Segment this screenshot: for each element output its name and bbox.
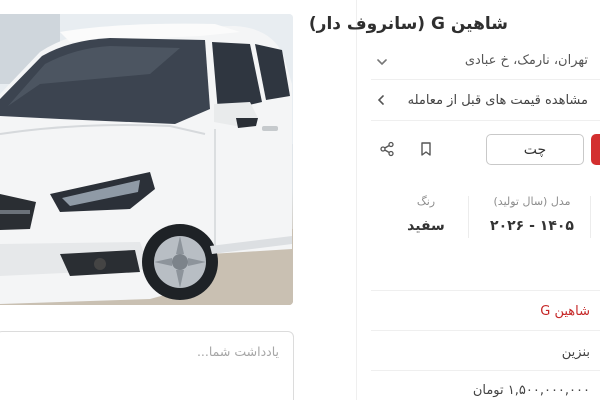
spec-car-name[interactable]: شاهین G: [540, 304, 590, 319]
model-label: مدل (سال تولید): [493, 195, 571, 208]
car-illustration: [0, 14, 293, 305]
chat-button[interactable]: چت: [486, 134, 584, 165]
contact-button[interactable]: [591, 134, 600, 165]
car-photo[interactable]: [0, 14, 293, 305]
row-divider: [371, 330, 600, 331]
listing-location: تهران، نارمک، خ عبادی: [464, 53, 588, 68]
attribute-model: مدل (سال تولید) ۱۴۰۵ - ۲۰۲۶: [484, 195, 580, 234]
spec-price: ۱,۵۰۰,۰۰۰,۰۰۰ تومان: [472, 383, 590, 398]
row-divider: [371, 79, 600, 80]
row-divider: [371, 120, 600, 121]
note-textarea[interactable]: یادداشت شما...: [0, 331, 294, 400]
listing-title: شاهین G (سانروف دار): [308, 14, 508, 34]
color-label: رنگ: [416, 195, 436, 208]
row-divider: [371, 290, 600, 291]
attribute-color: رنگ سفید: [398, 195, 454, 234]
column-divider: [356, 0, 357, 400]
row-divider: [371, 370, 600, 371]
listing-page: یادداشت شما... شاهین G (سانروف دار) تهرا…: [0, 0, 600, 400]
color-value: سفید: [407, 218, 445, 234]
spec-fuel: بنزین: [561, 345, 590, 360]
attribute-separator: [590, 196, 591, 238]
chevron-down-icon[interactable]: [375, 55, 389, 69]
chevron-left-icon[interactable]: [374, 93, 388, 107]
bookmark-icon[interactable]: [418, 141, 434, 157]
note-placeholder: یادداشت شما...: [196, 344, 279, 359]
attribute-separator: [468, 196, 469, 238]
previous-deal-link[interactable]: مشاهده قیمت های قبل از معامله: [408, 93, 588, 108]
model-value: ۱۴۰۵ - ۲۰۲۶: [490, 218, 574, 234]
share-icon[interactable]: [379, 141, 395, 157]
